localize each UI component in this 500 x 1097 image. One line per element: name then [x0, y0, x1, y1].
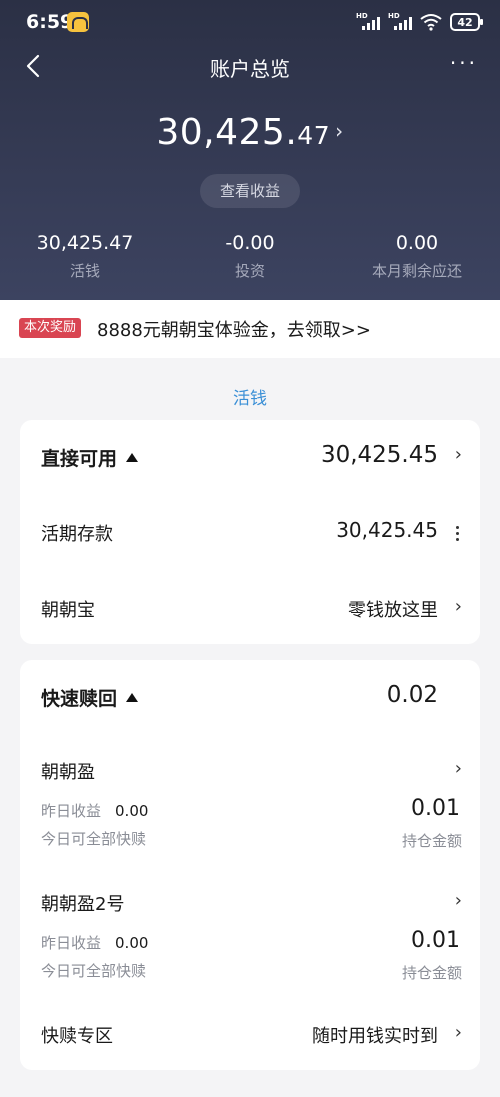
- chevron-right-icon: ›: [454, 758, 462, 779]
- summary-repay[interactable]: 0.00 本月剩余应还: [332, 232, 500, 281]
- total-balance-integer: 30,425.: [156, 112, 298, 153]
- summary-value: -0.00: [225, 232, 275, 254]
- item-value: 30,425.45: [336, 518, 438, 542]
- holding-amount: 0.01: [411, 928, 460, 953]
- chevron-right-icon: ›: [335, 119, 344, 143]
- total-balance[interactable]: 30,425.47 ›: [0, 112, 500, 153]
- holding-amount-label: 持仓金额: [401, 964, 462, 982]
- direct-available-title: 直接可用: [41, 444, 139, 471]
- zone-value: 随时用钱实时到: [312, 1026, 438, 1047]
- quick-redeem-value: 0.02: [386, 682, 438, 708]
- holding-amount-label: 持仓金额: [401, 832, 462, 850]
- item-label: 朝朝宝: [41, 600, 95, 621]
- product-name: 朝朝盈2号: [41, 894, 125, 915]
- chevron-right-icon: ›: [454, 1022, 462, 1043]
- summary-value: 30,425.47: [36, 232, 134, 254]
- chevron-right-icon: ›: [454, 890, 462, 911]
- battery-icon: 42: [450, 13, 483, 31]
- collapse-triangle-icon: [126, 453, 139, 462]
- section-title: 活钱: [233, 389, 267, 409]
- yesterday-earnings: 昨日收益 0.00: [41, 934, 149, 952]
- holding-amount: 0.01: [411, 796, 460, 821]
- quick-redeem-card: 快速赎回 0.02 朝朝盈 › 昨日收益 0.00 0.01 今日可全部快赎 持仓…: [20, 660, 480, 1070]
- summary-liquid[interactable]: 30,425.47 活钱: [0, 232, 170, 281]
- quick-redeem-title: 快速赎回: [41, 684, 139, 711]
- promo-link[interactable]: 8888元朝朝宝体验金，去领取>>: [97, 316, 371, 342]
- redeem-note: 今日可全部快赎: [41, 830, 147, 848]
- zone-label: 快赎专区: [41, 1026, 113, 1047]
- status-indicators: HD HD 42: [356, 10, 483, 34]
- page-title: 账户总览: [210, 57, 290, 81]
- signal-icon: HD: [356, 12, 380, 32]
- app-notification-icon: [67, 12, 89, 32]
- summary-label: 投资: [234, 262, 265, 280]
- redeem-note: 今日可全部快赎: [41, 962, 147, 980]
- yesterday-earnings: 昨日收益 0.00: [41, 802, 149, 820]
- item-label: 活期存款: [41, 524, 113, 545]
- product-name: 朝朝盈: [41, 762, 95, 783]
- signal-icon-2: HD: [388, 12, 412, 32]
- account-header: 6:59 HD HD 42 账户总览 ··· 30,425.47 › 查看收益 …: [0, 0, 500, 300]
- status-bar: 6:59 HD HD 42: [0, 0, 500, 44]
- summary-label: 活钱: [69, 262, 100, 280]
- chevron-right-icon: ›: [454, 596, 462, 617]
- summary-invest[interactable]: -0.00 投资: [165, 232, 335, 281]
- wifi-icon: [420, 14, 442, 31]
- direct-available-card: 直接可用 30,425.45 › 活期存款 30,425.45 朝朝宝 零钱放这…: [20, 420, 480, 644]
- summary-label: 本月剩余应还: [371, 262, 462, 280]
- promo-tag: 本次奖励: [19, 318, 82, 338]
- summary-row: 30,425.47 活钱 -0.00 投资 0.00 本月剩余应还: [0, 232, 500, 288]
- more-icon[interactable]: ···: [446, 52, 478, 80]
- more-vertical-icon[interactable]: [456, 526, 460, 544]
- collapse-triangle-icon: [126, 693, 139, 702]
- summary-value: 0.00: [395, 232, 439, 254]
- total-balance-decimal: 47: [297, 121, 331, 150]
- chevron-right-icon: ›: [454, 444, 462, 465]
- item-value: 零钱放这里: [348, 600, 438, 621]
- view-earnings-button[interactable]: 查看收益: [200, 174, 300, 208]
- direct-available-value: 30,425.45: [320, 442, 438, 468]
